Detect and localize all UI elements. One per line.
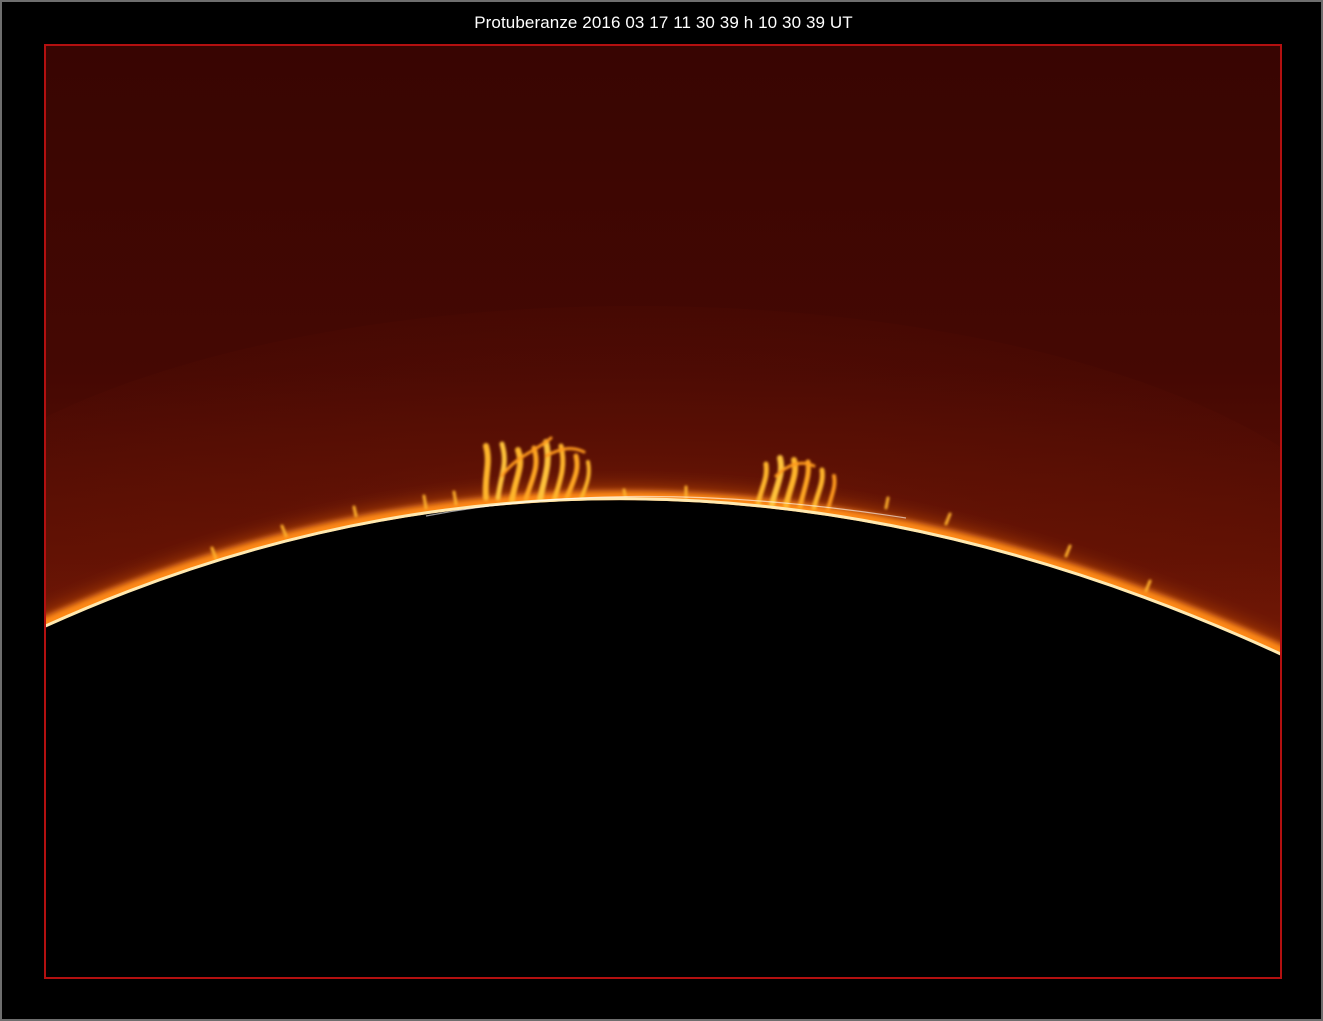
image-frame: Protuberanze 2016 03 17 11 30 39 h 10 30… [0, 0, 1323, 1021]
image-caption: Protuberanze 2016 03 17 11 30 39 h 10 30… [474, 13, 853, 32]
solar-prominence-photo [44, 44, 1282, 979]
